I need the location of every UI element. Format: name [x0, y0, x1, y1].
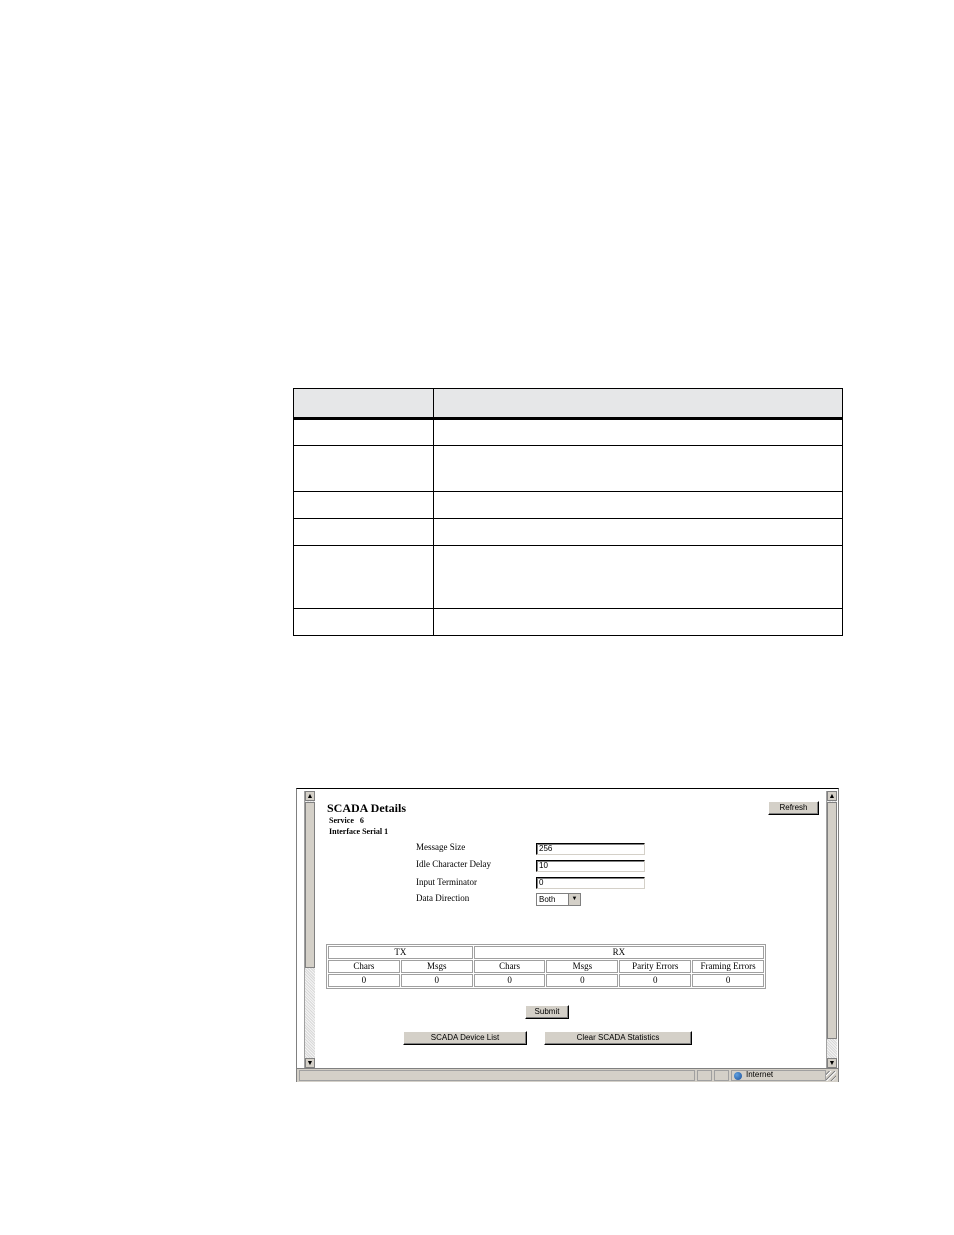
column-header: Chars — [328, 960, 400, 973]
clear-scada-statistics-button[interactable]: Clear SCADA Statistics — [544, 1031, 692, 1045]
stat-value: 0 — [400, 974, 473, 987]
message-size-input[interactable]: 256 — [536, 843, 645, 855]
input-terminator-input[interactable]: 0 — [536, 877, 645, 889]
scada-statistics-table: TX RX Chars Msgs Chars Msgs Parity Error… — [326, 944, 766, 989]
left-scrollbar[interactable]: ▲ ▼ — [304, 791, 315, 1068]
rx-group-header: RX — [473, 946, 764, 959]
table-cell — [433, 418, 843, 446]
stat-value: 0 — [473, 974, 546, 987]
scroll-down-icon[interactable]: ▼ — [827, 1058, 837, 1068]
data-direction-select[interactable]: Both ▼ — [536, 893, 581, 906]
scada-details-screenshot: ▲ ▼ ▲ ▼ SCADA Details Service 6 Interfac… — [296, 788, 839, 1082]
table-cell — [433, 491, 843, 519]
column-header: Msgs — [546, 960, 619, 973]
scroll-down-icon[interactable]: ▼ — [305, 1058, 315, 1068]
table-cell — [433, 545, 843, 609]
status-segment — [697, 1070, 712, 1081]
resize-grip-icon[interactable] — [826, 1071, 836, 1081]
right-scrollbar[interactable]: ▲ ▼ — [826, 791, 837, 1068]
table-cell — [433, 445, 843, 492]
submit-button[interactable]: Submit — [525, 1005, 569, 1019]
stat-value: 0 — [692, 974, 764, 987]
table-cell — [293, 445, 434, 492]
scrollbar-thumb[interactable] — [827, 802, 837, 1039]
table-header-cell — [293, 388, 434, 420]
service-line: Service 6 — [329, 816, 364, 825]
idle-character-delay-label: Idle Character Delay — [416, 859, 491, 869]
refresh-button[interactable]: Refresh — [768, 801, 819, 815]
data-direction-value: Both — [539, 895, 556, 904]
table-cell — [293, 491, 434, 519]
security-zone-label: Internet — [746, 1070, 774, 1079]
scroll-up-icon[interactable]: ▲ — [305, 791, 315, 801]
data-direction-label: Data Direction — [416, 893, 470, 903]
status-bar: Internet — [297, 1068, 838, 1082]
message-size-label: Message Size — [416, 842, 466, 852]
idle-character-delay-input[interactable]: 10 — [536, 860, 645, 872]
table-header-cell — [433, 388, 843, 420]
stat-value: 0 — [619, 974, 692, 987]
tx-group-header: TX — [328, 946, 473, 959]
status-segment — [714, 1070, 729, 1081]
table-cell — [293, 545, 434, 609]
column-header: Parity Errors — [619, 960, 692, 973]
globe-icon — [734, 1072, 742, 1080]
table-row: 0 0 0 0 0 0 — [328, 974, 764, 987]
scroll-up-icon[interactable]: ▲ — [827, 791, 837, 801]
column-header: Chars — [473, 960, 546, 973]
table-cell — [433, 608, 843, 636]
status-text-segment — [299, 1070, 695, 1081]
chevron-down-icon[interactable]: ▼ — [568, 894, 580, 905]
scada-device-list-button[interactable]: SCADA Device List — [403, 1031, 527, 1045]
page-title: SCADA Details — [327, 801, 407, 815]
scrollbar-thumb[interactable] — [305, 802, 315, 968]
table-cell — [293, 418, 434, 446]
column-header: Framing Errors — [692, 960, 764, 973]
stat-value: 0 — [328, 974, 400, 987]
stat-value: 0 — [546, 974, 619, 987]
interface-line: Interface Serial 1 — [329, 827, 389, 836]
document-table — [293, 388, 843, 636]
table-cell — [293, 608, 434, 636]
input-terminator-label: Input Terminator — [416, 877, 477, 887]
table-cell — [293, 518, 434, 546]
table-cell — [433, 518, 843, 546]
column-header: Msgs — [400, 960, 473, 973]
